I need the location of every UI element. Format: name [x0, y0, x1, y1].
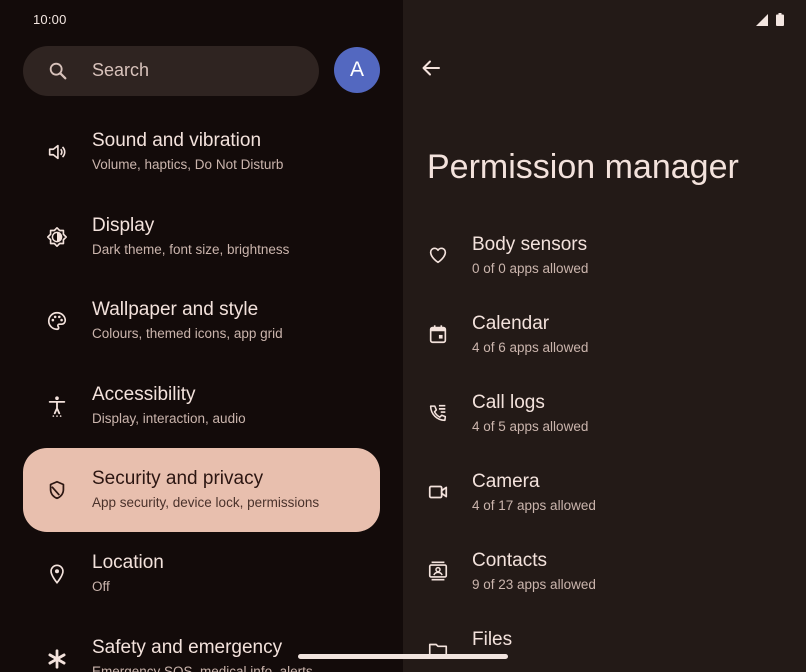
sidebar-item-wallpaper[interactable]: Wallpaper and style Colours, themed icon… [23, 279, 380, 363]
permission-manager-pane: Permission manager Body sensors 0 of 0 a… [403, 0, 806, 672]
permission-item-body-sensors[interactable]: Body sensors 0 of 0 apps allowed [403, 222, 806, 301]
page-title: Permission manager [427, 148, 739, 186]
calendar-icon [427, 323, 449, 345]
permission-item-subtitle: 4 of 17 apps allowed [472, 498, 596, 513]
sidebar-item-title: Wallpaper and style [92, 299, 259, 320]
permission-item-title: Body sensors [472, 234, 588, 255]
back-arrow-icon[interactable] [419, 56, 443, 80]
sidebar-item-subtitle: Display, interaction, audio [92, 411, 246, 426]
sidebar-item-subtitle: Volume, haptics, Do Not Disturb [92, 157, 284, 172]
permission-item-subtitle: 4 of 6 apps allowed [472, 340, 589, 355]
settings-pane: 10:00 Search A Sound and vibration Volum… [0, 0, 403, 672]
shield-icon [46, 479, 68, 501]
sidebar-item-safety[interactable]: Safety and emergency Emergency SOS, medi… [23, 617, 380, 672]
sidebar-item-accessibility[interactable]: Accessibility Display, interaction, audi… [23, 364, 380, 448]
search-input[interactable]: Search [92, 60, 149, 81]
permission-item-subtitle: 4 of 5 apps allowed [472, 419, 589, 434]
gesture-nav-handle[interactable] [298, 654, 508, 659]
sidebar-item-security[interactable]: Security and privacy App security, devic… [23, 448, 380, 532]
avatar[interactable]: A [334, 47, 380, 93]
permission-item-title: Camera [472, 471, 540, 492]
sidebar-item-display[interactable]: Display Dark theme, font size, brightnes… [23, 195, 380, 279]
accessibility-icon [46, 395, 68, 417]
brightness-icon [46, 226, 68, 248]
heart-icon [427, 244, 449, 266]
permission-item-files[interactable]: Files [403, 617, 806, 672]
palette-icon [46, 310, 68, 332]
sidebar-item-title: Security and privacy [92, 468, 264, 489]
status-time: 10:00 [33, 12, 67, 27]
permission-item-subtitle: 0 of 0 apps allowed [472, 261, 589, 276]
camera-icon [427, 481, 449, 503]
permission-item-camera[interactable]: Camera 4 of 17 apps allowed [403, 459, 806, 538]
sidebar-item-title: Safety and emergency [92, 637, 283, 658]
volume-icon [46, 141, 68, 163]
permission-item-contacts[interactable]: Contacts 9 of 23 apps allowed [403, 538, 806, 617]
sidebar-item-sound[interactable]: Sound and vibration Volume, haptics, Do … [23, 110, 380, 194]
sidebar-item-subtitle: Off [92, 579, 110, 594]
signal-icon [756, 13, 768, 26]
sidebar-item-location[interactable]: Location Off [23, 532, 380, 616]
sidebar-item-subtitle: Dark theme, font size, brightness [92, 242, 290, 257]
sidebar-item-subtitle: Emergency SOS, medical info, alerts [92, 664, 313, 672]
location-pin-icon [46, 563, 68, 585]
permission-item-subtitle: 9 of 23 apps allowed [472, 577, 596, 592]
permission-item-title: Files [472, 629, 513, 650]
sidebar-item-subtitle: Colours, themed icons, app grid [92, 326, 283, 341]
permission-item-call-logs[interactable]: Call logs 4 of 5 apps allowed [403, 380, 806, 459]
sidebar-item-title: Location [92, 552, 164, 573]
contacts-icon [427, 560, 449, 582]
search-bar[interactable]: Search [23, 46, 319, 96]
permission-item-title: Call logs [472, 392, 545, 413]
permission-item-title: Calendar [472, 313, 550, 334]
sidebar-item-subtitle: App security, device lock, permissions [92, 495, 320, 510]
asterisk-icon [46, 648, 68, 670]
sidebar-item-title: Display [92, 215, 155, 236]
sidebar-item-title: Sound and vibration [92, 130, 262, 151]
call-log-icon [427, 402, 449, 424]
search-icon [47, 60, 69, 82]
battery-icon [776, 13, 784, 26]
sidebar-item-title: Accessibility [92, 384, 196, 405]
permission-item-calendar[interactable]: Calendar 4 of 6 apps allowed [403, 301, 806, 380]
permission-item-title: Contacts [472, 550, 547, 571]
status-icons [756, 13, 784, 26]
